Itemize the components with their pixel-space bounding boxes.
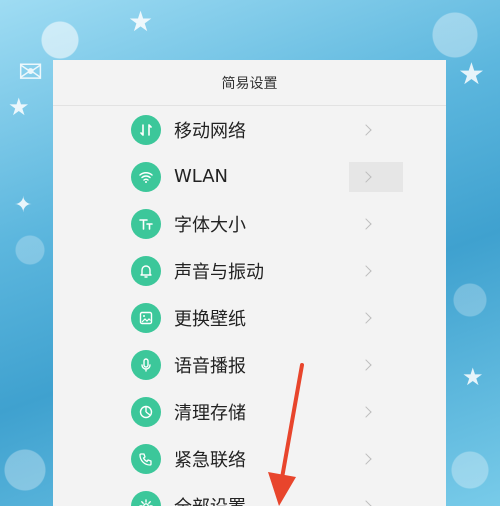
emergency-call-icon xyxy=(131,443,161,474)
setting-item-label: WLAN xyxy=(174,166,229,187)
setting-item-label: 全部设置 xyxy=(174,493,246,506)
setting-item-label: 字体大小 xyxy=(174,214,246,236)
star-decoration-icon: ✦ xyxy=(14,193,33,218)
setting-item-label: 紧急联络 xyxy=(174,449,246,471)
setting-item-wallpaper[interactable]: 更换壁纸 xyxy=(53,294,446,341)
setting-item-sound-vibration[interactable]: 声音与振动 xyxy=(53,247,446,294)
gear-icon xyxy=(131,490,161,506)
quick-settings-panel: 简易设置 移动网络 WLAN 字体大小 声音与振动 更换壁纸 语音播报 清理存储… xyxy=(53,60,446,506)
mobile-network-icon xyxy=(131,114,161,145)
star-decoration-icon: ★ xyxy=(462,363,484,391)
wlan-status-placeholder xyxy=(349,161,403,192)
setting-item-mobile-network[interactable]: 移动网络 xyxy=(53,106,446,153)
bell-icon xyxy=(131,255,161,286)
setting-item-label: 清理存储 xyxy=(174,402,246,424)
settings-list: 移动网络 WLAN 字体大小 声音与振动 更换壁纸 语音播报 清理存储 紧急联络 xyxy=(53,106,446,506)
chevron-right-icon xyxy=(360,217,372,230)
setting-item-emergency-contact[interactable]: 紧急联络 xyxy=(53,435,446,482)
setting-item-label: 语音播报 xyxy=(174,355,246,377)
chevron-right-icon xyxy=(360,499,372,506)
chevron-right-icon xyxy=(360,405,372,418)
setting-item-clean-storage[interactable]: 清理存储 xyxy=(53,388,446,435)
chevron-right-icon xyxy=(360,311,372,324)
storage-icon xyxy=(131,396,161,427)
chevron-right-icon xyxy=(360,264,372,277)
setting-item-wlan[interactable]: WLAN xyxy=(53,153,446,200)
chevron-right-icon xyxy=(360,358,372,371)
chevron-right-icon xyxy=(360,123,372,136)
chevron-right-icon xyxy=(360,452,372,465)
font-size-icon xyxy=(131,208,161,239)
star-decoration-icon: ★ xyxy=(8,93,30,121)
setting-item-all-settings[interactable]: 全部设置 xyxy=(53,482,446,506)
panel-title: 简易设置 xyxy=(53,60,446,106)
setting-item-voice-broadcast[interactable]: 语音播报 xyxy=(53,341,446,388)
setting-item-font-size[interactable]: 字体大小 xyxy=(53,200,446,247)
star-decoration-icon: ★ xyxy=(458,57,485,92)
wallpaper-icon xyxy=(131,302,161,333)
wifi-icon xyxy=(131,161,161,192)
star-decoration-icon: ★ xyxy=(128,5,154,38)
setting-item-label: 移动网络 xyxy=(174,120,246,142)
setting-item-label: 更换壁纸 xyxy=(174,308,246,330)
setting-item-label: 声音与振动 xyxy=(174,261,264,283)
microphone-icon xyxy=(131,349,161,380)
envelope-decoration-icon: ✉ xyxy=(18,55,44,90)
